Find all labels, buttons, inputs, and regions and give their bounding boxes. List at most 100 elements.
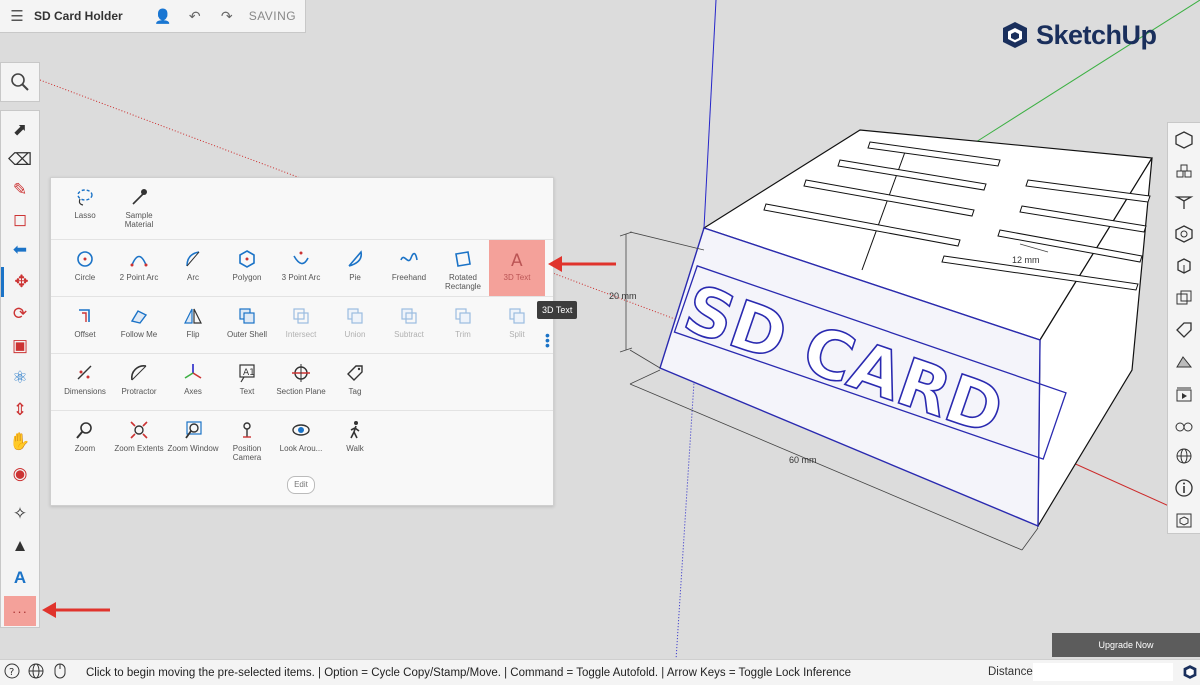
freehand-tool[interactable]: Freehand: [381, 240, 437, 297]
components-icon[interactable]: [1168, 157, 1200, 187]
dimension-height-label: 20 mm: [609, 291, 637, 301]
paint-bucket-tool-icon[interactable]: ⚛: [4, 363, 36, 393]
save-status: SAVING: [248, 9, 297, 23]
walk-icon: [350, 421, 360, 439]
3d-warehouse-icon[interactable]: [1168, 505, 1200, 535]
zoom-extents-icon: [130, 421, 148, 439]
zoom-extents-tool[interactable]: Zoom Extents: [111, 411, 167, 468]
rotate-tool-icon[interactable]: ⟳: [4, 299, 36, 329]
mouse-icon[interactable]: [48, 663, 72, 682]
follow-me-tool[interactable]: Follow Me: [111, 297, 167, 354]
subtract-tool[interactable]: Subtract: [381, 297, 437, 354]
offset-icon: [79, 309, 90, 322]
3-point-arc-tool[interactable]: 3 Point Arc: [273, 240, 329, 297]
offset-tool[interactable]: Offset: [57, 297, 113, 354]
rectangle-tool-icon[interactable]: ◻: [4, 205, 36, 235]
sketchup-logo-icon: [1003, 22, 1027, 48]
pencil-tool-icon[interactable]: ✎: [4, 175, 36, 205]
text-tool[interactable]: A1 Text: [219, 354, 275, 411]
subtract-icon: [401, 308, 417, 324]
look-around-tool[interactable]: Look Arou...: [273, 411, 329, 468]
search-button[interactable]: [0, 62, 40, 102]
text-3d-tool-icon[interactable]: A: [4, 563, 36, 593]
zoom-tool[interactable]: Zoom: [57, 411, 113, 468]
tag-tool[interactable]: Tag: [327, 354, 383, 411]
solid-tools-icon[interactable]: [1168, 283, 1200, 313]
walk-tool[interactable]: Walk: [327, 411, 383, 468]
lasso-tool[interactable]: Lasso: [57, 178, 113, 235]
orbit-tool-icon[interactable]: ✋: [4, 427, 36, 457]
3-point-arc-icon: [293, 251, 309, 265]
info-icon[interactable]: [1168, 473, 1200, 503]
edit-toolset-button[interactable]: Edit: [287, 476, 315, 494]
eraser-tool-icon[interactable]: ⌫: [4, 145, 36, 175]
status-message: Click to begin moving the pre-selected i…: [86, 666, 852, 679]
section-plane-tool[interactable]: Section Plane: [273, 354, 329, 411]
scale-tool-icon[interactable]: ▣: [4, 331, 36, 361]
trim-tool[interactable]: Trim: [435, 297, 491, 354]
2-point-arc-icon: [130, 255, 148, 267]
sketchup-logo: SketchUp: [1000, 18, 1157, 52]
zoom-icon: [76, 422, 92, 439]
move-tool-icon[interactable]: ✥: [1, 267, 39, 297]
right-toolbar: [1167, 122, 1200, 534]
zoom-window-tool[interactable]: Zoom Window: [165, 411, 221, 468]
redo-icon[interactable]: ↷: [211, 8, 243, 25]
flip-tool[interactable]: Flip: [165, 297, 221, 354]
materials-icon[interactable]: [1168, 219, 1200, 249]
dimensions-tool-icon[interactable]: ✧: [4, 499, 36, 529]
geo-location-icon[interactable]: [1168, 441, 1200, 471]
panel-more-icon[interactable]: • • •: [545, 328, 550, 352]
position-camera-tool[interactable]: Position Camera: [219, 411, 275, 468]
polygon-tool[interactable]: Polygon: [219, 240, 275, 297]
2-point-arc-tool[interactable]: 2 Point Arc: [111, 240, 167, 297]
circle-icon: [77, 251, 93, 267]
text-icon: A1: [239, 364, 255, 383]
more-tools-button[interactable]: ···: [4, 596, 36, 626]
hamburger-icon[interactable]: ☰: [0, 7, 34, 25]
display-icon[interactable]: [1168, 411, 1200, 441]
push-pull-tool-icon[interactable]: ⬅: [4, 235, 36, 265]
scenes-icon[interactable]: [1168, 379, 1200, 409]
flip-tool-icon[interactable]: ▲: [4, 531, 36, 561]
3d-text-icon: A: [511, 251, 523, 270]
styles-icon[interactable]: [1168, 187, 1200, 217]
undo-icon[interactable]: ↶: [179, 8, 211, 25]
select-tool-icon[interactable]: ⬈: [4, 115, 36, 145]
3d-text-tool[interactable]: A 3D Text: [489, 240, 545, 297]
sketchup-small-icon: [1182, 664, 1198, 683]
axes-tool[interactable]: Axes: [165, 354, 221, 411]
protractor-icon: [131, 365, 147, 381]
circle-tool[interactable]: Circle: [57, 240, 113, 297]
dimension-slot-label: 12 mm: [1012, 255, 1040, 265]
share-user-icon[interactable]: 👤: [147, 8, 179, 25]
globe-icon[interactable]: [24, 663, 48, 682]
position-tool-icon[interactable]: ◉: [4, 459, 36, 489]
document-title[interactable]: SD Card Holder: [34, 9, 123, 23]
outliner-icon[interactable]: [1168, 251, 1200, 281]
intersect-tool[interactable]: Intersect: [273, 297, 329, 354]
dimensions-tool[interactable]: Dimensions: [57, 354, 113, 411]
help-icon[interactable]: ?: [0, 663, 24, 682]
tape-measure-tool-icon[interactable]: ⇕: [4, 395, 36, 425]
upgrade-now-button[interactable]: Upgrade Now: [1052, 633, 1200, 657]
union-tool[interactable]: Union: [327, 297, 383, 354]
outer-shell-tool[interactable]: Outer Shell: [219, 297, 275, 354]
panel-row: Zoom Zoom Extents Zoom Window Position C…: [51, 410, 553, 468]
tags-icon[interactable]: [1168, 315, 1200, 345]
entity-info-icon[interactable]: [1168, 125, 1200, 155]
sample-material-tool[interactable]: Sample Material: [111, 178, 167, 235]
shadows-icon[interactable]: [1168, 347, 1200, 377]
trim-icon: [455, 308, 471, 324]
protractor-tool[interactable]: Protractor: [111, 354, 167, 411]
distance-input[interactable]: [1033, 663, 1173, 681]
rotated-rectangle-tool[interactable]: Rotated Rectangle: [435, 240, 491, 297]
arc-tool[interactable]: Arc: [165, 240, 221, 297]
freehand-icon: [400, 252, 418, 262]
tag-icon: [347, 365, 363, 381]
distance-label: Distance: [988, 666, 1033, 678]
title-bar: ☰ SD Card Holder 👤 ↶ ↷ SAVING: [0, 0, 306, 33]
annotation-arrow-more-tools: [42, 602, 110, 618]
svg-text:A1: A1: [243, 368, 255, 378]
pie-tool[interactable]: Pie: [327, 240, 383, 297]
